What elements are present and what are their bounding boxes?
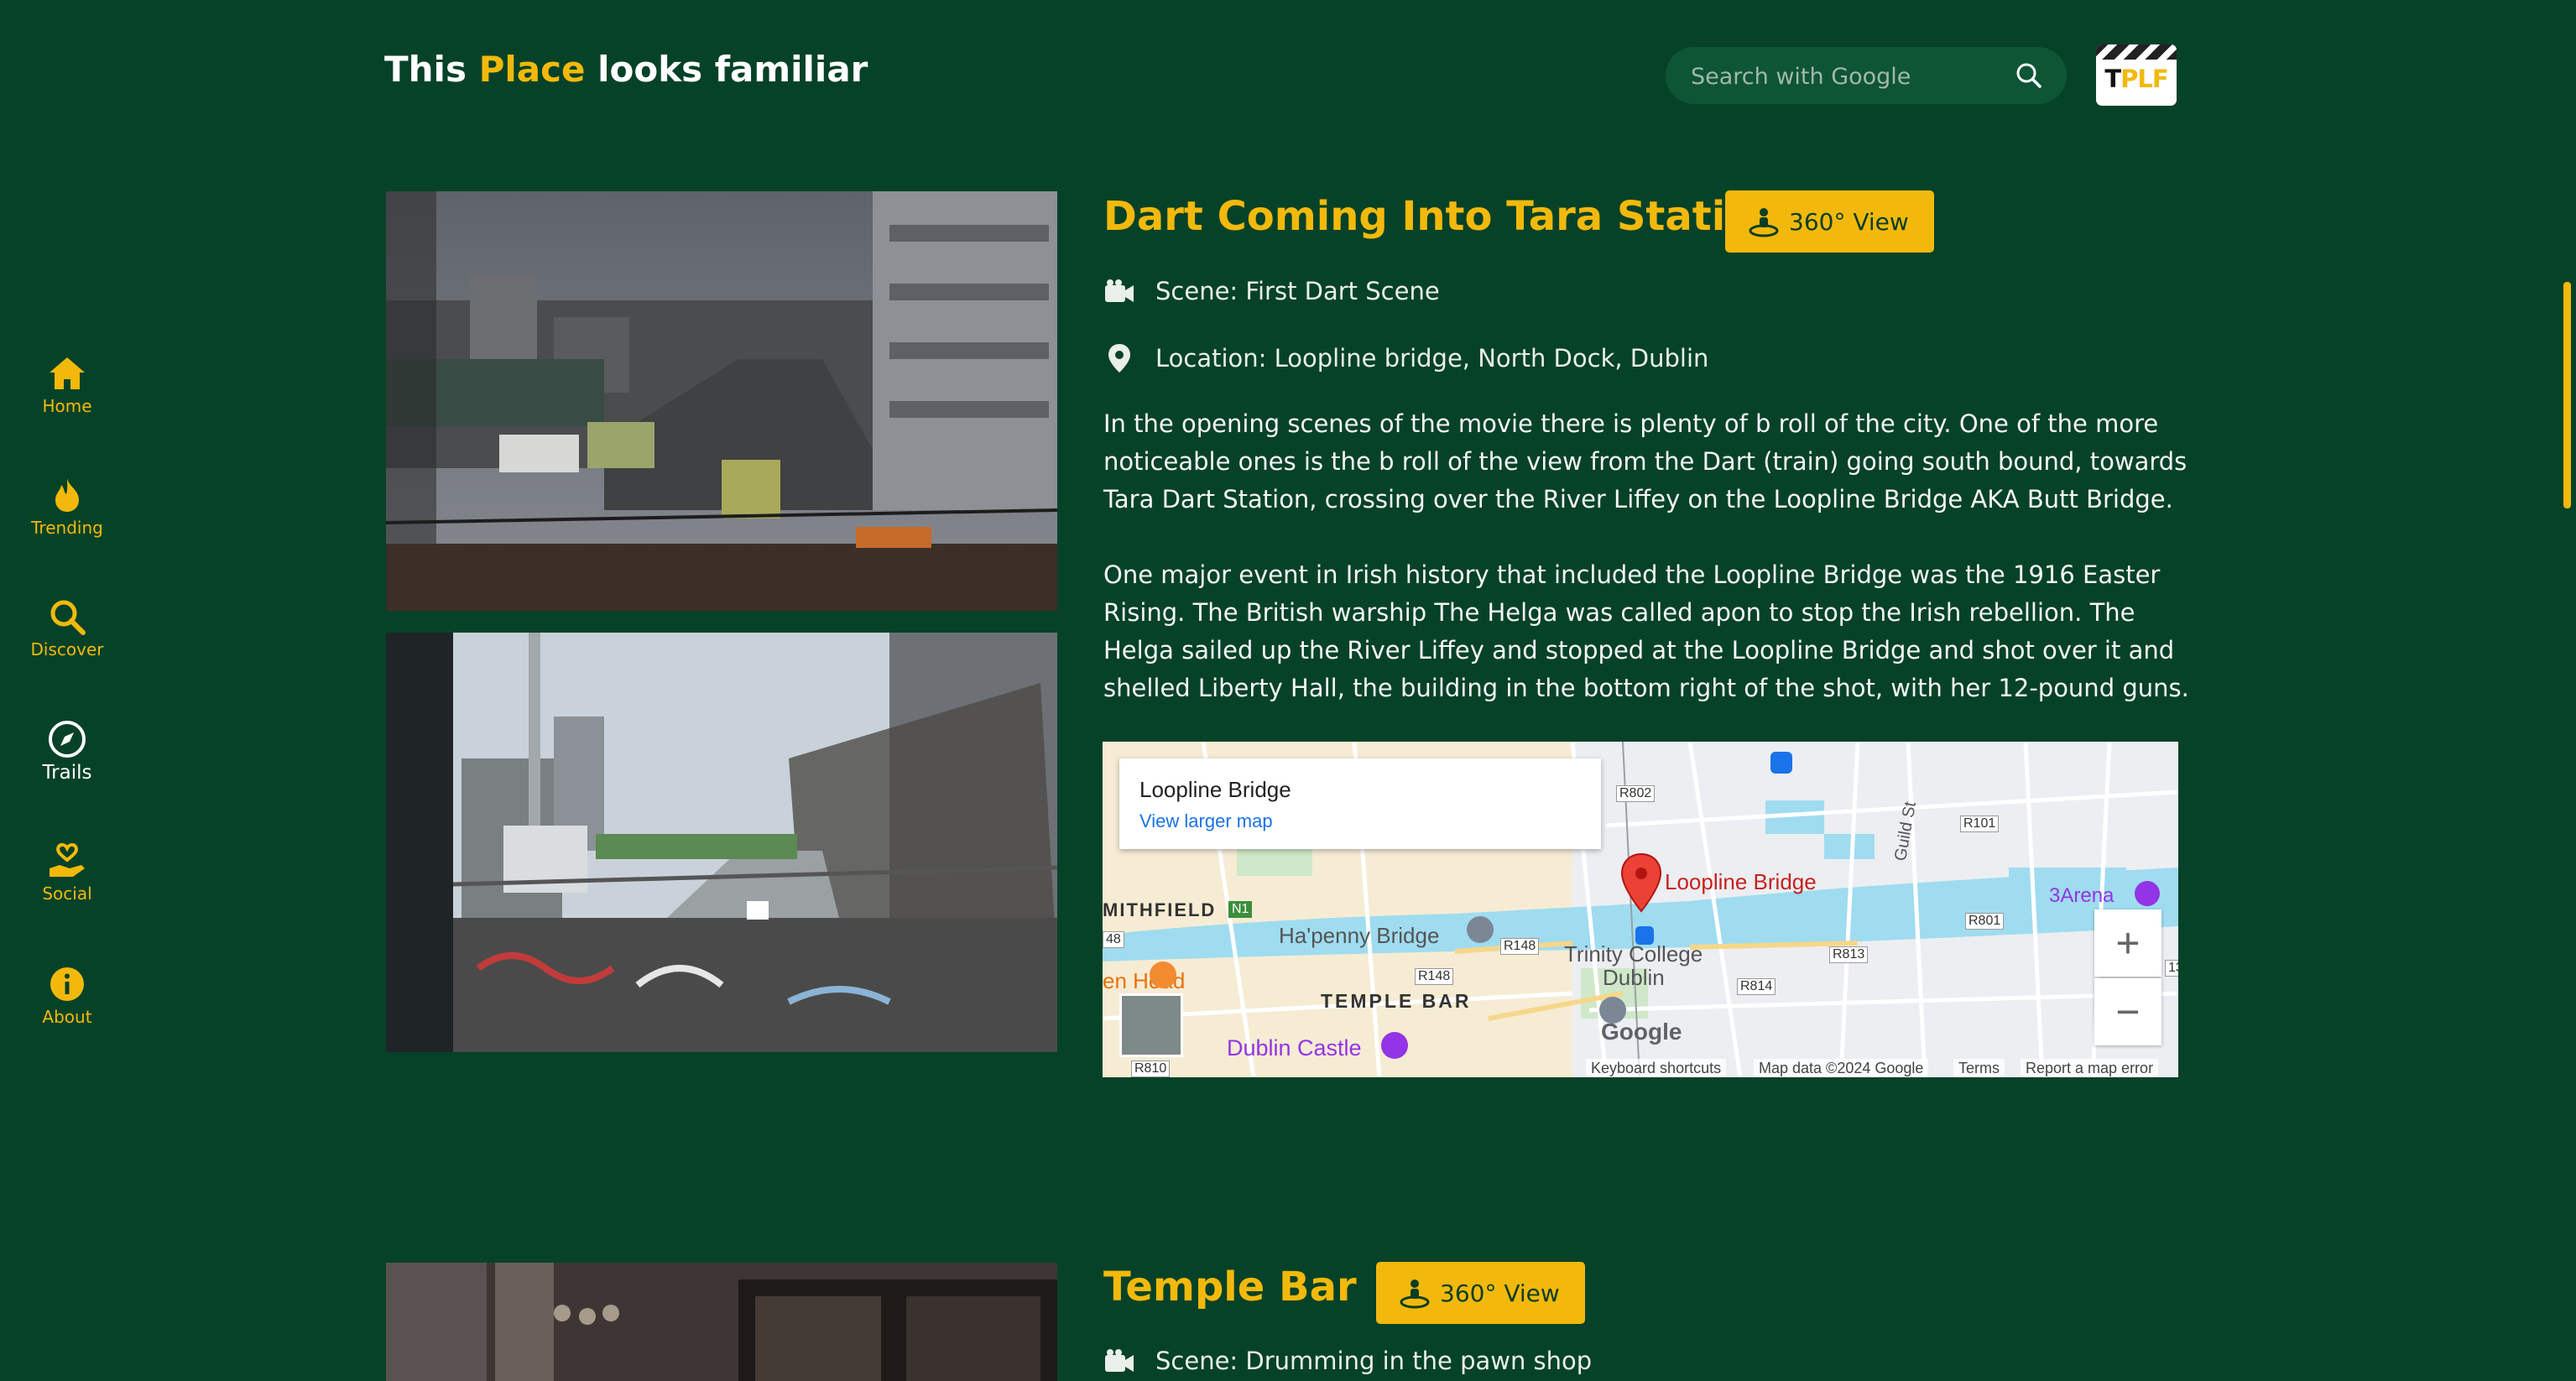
search-input[interactable]: [1689, 47, 2003, 106]
scene-photo-film: [386, 191, 1057, 611]
sidebar-item-trails[interactable]: Trails: [0, 720, 134, 784]
tplf-logo[interactable]: TPLF: [2096, 44, 2177, 106]
map-info-card: Loopline Bridge View larger map: [1119, 758, 1601, 849]
map-label-dublin-castle: Dublin Castle: [1227, 1035, 1362, 1061]
map-place-name: Loopline Bridge: [1139, 777, 1291, 802]
scrollbar-thumb[interactable]: [2563, 282, 2571, 508]
sidebar: Home Trending Discover Trails Social Abo…: [0, 0, 134, 1381]
map-label-hapenny: Ha'penny Bridge: [1279, 923, 1440, 948]
map-pin-icon[interactable]: [1619, 852, 1663, 913]
map-road-13: 13: [2165, 960, 2178, 977]
scene-photo-film: [386, 1263, 1057, 1381]
map-data-attribution: Map data ©2024 Google: [1754, 1059, 1929, 1077]
site-title-highlight: Place: [478, 49, 586, 90]
scene-text: Scene: Drumming in the pawn shop: [1155, 1347, 1593, 1375]
info-icon: [48, 965, 86, 1003]
logo-letter: T: [2104, 65, 2121, 93]
terms-link[interactable]: Terms: [1953, 1059, 2005, 1077]
site-title[interactable]: This Place looks familiar: [384, 49, 868, 90]
scene-info: Scene: First Dart Scene: [1103, 275, 1440, 307]
sidebar-item-label: Trails: [42, 762, 92, 784]
transit-icon[interactable]: [1634, 925, 1656, 946]
site-title-part: looks familiar: [585, 49, 868, 90]
sidebar-item-trending[interactable]: Trending: [0, 476, 134, 538]
zoom-out-button[interactable]: −: [2094, 978, 2161, 1045]
map-road-r148: R148: [1415, 968, 1454, 985]
360-person-icon: [1400, 1279, 1430, 1309]
360-view-label: 360° View: [1789, 207, 1909, 236]
entry-description: In the opening scenes of the movie there…: [1103, 409, 2188, 513]
castle-poi-icon[interactable]: [1379, 1030, 1410, 1061]
site-title-part: This: [384, 49, 479, 90]
sidebar-item-label: Trending: [31, 518, 103, 538]
map-road-r814: R814: [1737, 978, 1776, 995]
arena-poi-icon[interactable]: [2133, 879, 2161, 908]
360-view-button[interactable]: 360° View: [1725, 190, 1934, 253]
entry-description: One major event in Irish history that in…: [1103, 560, 2189, 702]
map-label-temple-bar: TEMPLE BAR: [1321, 990, 1472, 1012]
view-larger-map-link[interactable]: View larger map: [1139, 810, 1273, 832]
360-person-icon: [1749, 208, 1779, 237]
sidebar-item-label: Discover: [30, 639, 104, 659]
search-icon: [48, 597, 86, 636]
logo-letters: PLF: [2120, 65, 2169, 93]
bridge-poi-icon[interactable]: [1465, 915, 1495, 945]
map-road-r148: R148: [1500, 938, 1540, 955]
flame-icon: [48, 476, 86, 514]
transit-icon[interactable]: [1769, 750, 1794, 775]
map-road-n1: N1: [1228, 901, 1253, 918]
embedded-map[interactable]: Loopline Bridge View larger map Loopline…: [1103, 742, 2178, 1077]
sidebar-item-label: Social: [42, 883, 92, 904]
map-road-r813: R813: [1829, 946, 1869, 963]
entry-title: Temple Bar: [1103, 1264, 1357, 1311]
map-pin-label: Loopline Bridge: [1665, 869, 1817, 894]
zoom-in-button[interactable]: +: [2094, 909, 2161, 977]
sidebar-item-label: Home: [42, 396, 92, 416]
keyboard-shortcuts-link[interactable]: Keyboard shortcuts: [1586, 1059, 1727, 1077]
location-info: Location: Loopline bridge, North Dock, D…: [1103, 342, 1708, 374]
sidebar-item-label: About: [42, 1007, 92, 1027]
map-label-dublin: Dublin: [1603, 965, 1665, 990]
map-label-3arena: 3Arena: [2049, 884, 2115, 907]
sidebar-item-social[interactable]: Social: [0, 842, 134, 904]
home-icon: [48, 354, 86, 393]
spacer: [1369, 918, 1370, 919]
map-road-48: 48: [1103, 931, 1124, 948]
sidebar-item-about[interactable]: About: [0, 965, 134, 1027]
heart-hand-icon: [48, 842, 86, 880]
map-road-r101: R101: [1960, 816, 2000, 832]
search-bar: [1666, 47, 2067, 106]
360-view-label: 360° View: [1440, 1279, 1560, 1307]
location-text: Location: Loopline bridge, North Dock, D…: [1155, 344, 1709, 373]
map-road-r802: R802: [1616, 785, 1656, 802]
video-camera-icon: [1103, 275, 1135, 307]
search-icon[interactable]: [2015, 61, 2043, 90]
compass-icon: [48, 720, 86, 758]
location-pin-icon: [1103, 342, 1135, 374]
360-view-button[interactable]: 360° View: [1376, 1262, 1585, 1324]
scene-info: Scene: Drumming in the pawn shop: [1103, 1345, 1592, 1377]
logo-text: TPLF: [2096, 65, 2177, 93]
satellite-toggle[interactable]: [1119, 993, 1183, 1057]
clapperboard-icon: [2096, 44, 2177, 60]
map-road-r810: R810: [1131, 1061, 1171, 1077]
sidebar-item-discover[interactable]: Discover: [0, 597, 134, 659]
report-map-error-link[interactable]: Report a map error: [2021, 1059, 2159, 1077]
scene-photo-today: [386, 633, 1057, 1052]
video-camera-icon: [1103, 1345, 1135, 1377]
map-label-smithfield: MITHFIELD: [1103, 899, 1217, 920]
sidebar-item-home[interactable]: Home: [0, 354, 134, 416]
entry-title: Dart Coming Into Tara Station: [1103, 193, 1782, 240]
scene-text: Scene: First Dart Scene: [1155, 277, 1440, 305]
bar-poi-icon[interactable]: [1148, 960, 1178, 990]
map-road-r801: R801: [1965, 913, 2005, 930]
google-logo: Google: [1601, 1019, 1682, 1045]
